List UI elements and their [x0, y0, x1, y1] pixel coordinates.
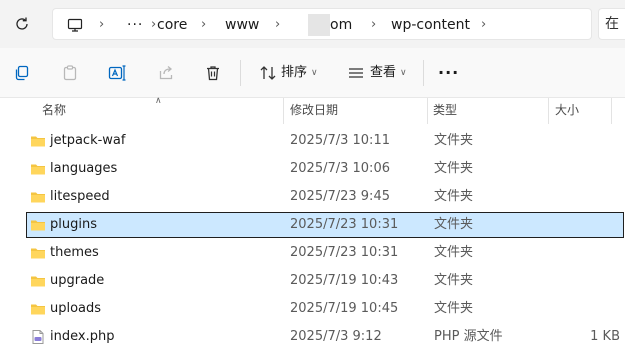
file-date: 2025/7/23 10:31	[290, 245, 399, 260]
this-pc-icon[interactable]	[67, 9, 83, 41]
file-date: 2025/7/3 9:12	[290, 329, 382, 344]
column-header-date[interactable]: 修改日期	[290, 98, 338, 124]
folder-icon	[30, 161, 46, 177]
redacted-domain	[308, 14, 330, 36]
view-icon[interactable]	[342, 60, 370, 86]
file-date: 2025/7/19 10:45	[290, 301, 399, 316]
file-row[interactable]: uploads 2025/7/19 10:45 文件夹	[26, 296, 624, 322]
file-row[interactable]: index.php 2025/7/3 9:12 PHP 源文件 1 KB	[26, 324, 624, 350]
delete-icon[interactable]	[199, 60, 227, 86]
file-row[interactable]: upgrade 2025/7/19 10:43 文件夹	[26, 268, 624, 294]
folder-icon	[30, 217, 46, 233]
breadcrumb-item-www[interactable]: www	[225, 9, 259, 41]
column-header-size[interactable]: 大小	[555, 98, 579, 124]
file-name: index.php	[50, 329, 115, 344]
chevron-down-icon[interactable]: ∨	[400, 62, 407, 84]
file-date: 2025/7/3 10:06	[290, 161, 390, 176]
file-type: 文件夹	[434, 301, 474, 316]
command-bar: 排序 ∨ 查看 ∨ ···	[0, 48, 625, 98]
address-bar-row: › ··· › core › www › om › wp-content › 在	[0, 0, 625, 48]
column-header-type[interactable]: 类型	[433, 98, 457, 124]
view-button[interactable]: 查看	[370, 62, 396, 84]
sort-button[interactable]: 排序	[281, 62, 307, 84]
chevron-down-icon[interactable]: ∨	[311, 62, 318, 84]
chevron-right-icon: ›	[99, 17, 105, 32]
file-name: languages	[50, 161, 118, 176]
chevron-right-icon[interactable]: ›	[481, 9, 486, 41]
refresh-icon[interactable]	[10, 12, 34, 36]
column-divider[interactable]	[611, 98, 612, 124]
file-date: 2025/7/23 9:45	[290, 189, 390, 204]
breadcrumb-item-domain[interactable]: om	[330, 9, 352, 41]
file-type: 文件夹	[434, 189, 474, 204]
chevron-right-icon: ›	[151, 17, 157, 32]
column-divider[interactable]	[283, 98, 284, 124]
chevron-right-icon: ›	[371, 17, 377, 32]
file-type: 文件夹	[434, 133, 474, 148]
file-type: 文件夹	[434, 217, 474, 232]
php-file-icon	[30, 329, 46, 345]
search-input[interactable]: 在	[598, 8, 625, 40]
folder-icon	[30, 133, 46, 149]
toolbar-divider	[423, 60, 424, 86]
more-options-button[interactable]: ···	[438, 62, 459, 84]
sort-ascending-icon: ∧	[155, 96, 162, 106]
file-name: upgrade	[50, 273, 105, 288]
file-row[interactable]: languages 2025/7/3 10:06 文件夹	[26, 156, 624, 182]
column-header-name[interactable]: 名称	[42, 98, 66, 124]
address-box[interactable]: › ··· › core › www › om › wp-content ›	[52, 8, 592, 40]
folder-icon	[30, 273, 46, 289]
rename-icon[interactable]	[103, 60, 131, 86]
breadcrumb-item-core[interactable]: core	[157, 9, 187, 41]
breadcrumb-overflow[interactable]: ···	[127, 9, 143, 41]
folder-icon	[30, 301, 46, 317]
file-size: 1 KB	[590, 329, 620, 344]
file-row-selected[interactable]: plugins 2025/7/23 10:31 文件夹	[26, 212, 624, 238]
file-row[interactable]: jetpack-waf 2025/7/3 10:11 文件夹	[26, 128, 624, 154]
chevron-right-icon: ›	[275, 17, 281, 32]
toolbar-divider	[240, 60, 241, 86]
file-date: 2025/7/23 10:31	[290, 217, 399, 232]
file-type: 文件夹	[434, 273, 474, 288]
breadcrumb-item-wp-content[interactable]: wp-content	[391, 9, 470, 41]
column-divider[interactable]	[427, 98, 428, 124]
sort-icon[interactable]	[254, 60, 282, 86]
file-date: 2025/7/19 10:43	[290, 273, 399, 288]
column-divider[interactable]	[548, 98, 549, 124]
share-icon[interactable]	[152, 60, 180, 86]
file-type: 文件夹	[434, 161, 474, 176]
file-name: jetpack-waf	[50, 133, 126, 148]
chevron-right-icon: ›	[201, 17, 207, 32]
folder-icon	[30, 245, 46, 261]
file-row[interactable]: litespeed 2025/7/23 9:45 文件夹	[26, 184, 624, 210]
folder-icon	[30, 189, 46, 205]
file-row[interactable]: themes 2025/7/23 10:31 文件夹	[26, 240, 624, 266]
file-name: themes	[50, 245, 99, 260]
paste-icon[interactable]	[56, 60, 84, 86]
file-name: uploads	[50, 301, 102, 316]
file-type: PHP 源文件	[434, 329, 503, 344]
file-type: 文件夹	[434, 245, 474, 260]
copy-icon[interactable]	[8, 60, 36, 86]
column-header-row: ∧ 名称 修改日期 类型 大小	[0, 96, 625, 124]
file-name: litespeed	[50, 189, 110, 204]
file-date: 2025/7/3 10:11	[290, 133, 390, 148]
file-name: plugins	[50, 217, 97, 232]
